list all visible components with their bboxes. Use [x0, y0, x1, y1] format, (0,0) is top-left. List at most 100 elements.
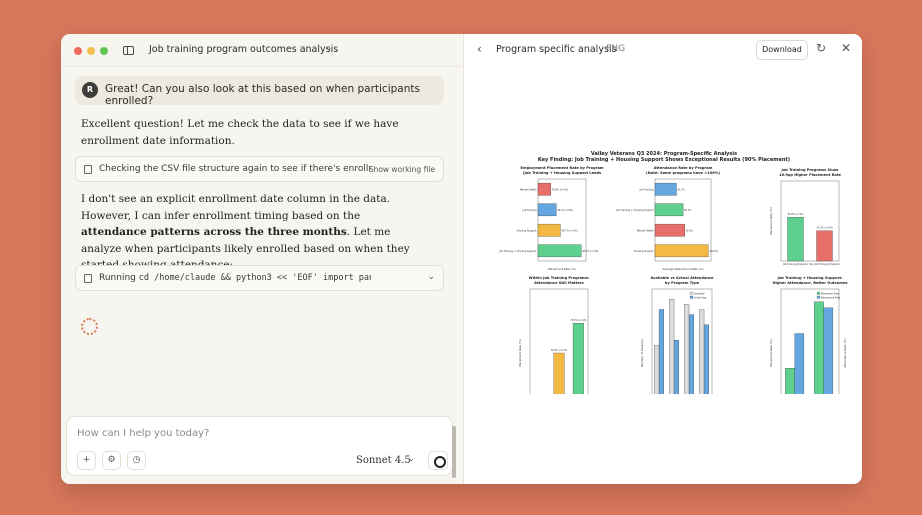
- panel-available-bar: [688, 314, 695, 394]
- panel-combined-bar: [814, 301, 824, 394]
- composer-placeholder[interactable]: How can I help you today?: [77, 428, 209, 439]
- artifact-panel: ‹ Program specific analysis PNG Download…: [463, 34, 862, 484]
- panel-within-data-label: 50.0% (n=12): [551, 349, 567, 352]
- panel-attendance-bar: [654, 203, 684, 217]
- tool-call-command: Running cd /home/claude && python3 << 'E…: [99, 273, 371, 283]
- refresh-icon[interactable]: ↻: [816, 41, 826, 55]
- panel-combined-bar: [823, 307, 834, 394]
- panel-combined-bar: [794, 333, 805, 394]
- panel-jobtraining-data-label: 54.8% (n=31): [787, 213, 803, 216]
- panel-placement-data-label: 90.0% (n=20): [582, 250, 598, 253]
- tool-call-check-csv[interactable]: Checking the CSV file structure again to…: [75, 156, 444, 182]
- running-prefix: Running: [99, 273, 139, 283]
- chart-figure: Valley Veterans Q3 2024: Program-Specifi…: [472, 144, 856, 394]
- panel-placement-category-label: Job Training + Housing Support: [498, 250, 536, 253]
- add-attachment-button[interactable]: +: [77, 451, 96, 470]
- panel-combined-bar: [785, 368, 795, 394]
- panel-placement-data-label: 46.7% (n=15): [561, 229, 577, 232]
- artifact-type: PNG: [606, 44, 626, 54]
- panel-placement-bar: [537, 223, 561, 237]
- maximize-window-dot[interactable]: [100, 47, 108, 55]
- sidebar-toggle-icon[interactable]: [123, 46, 134, 55]
- conversation-title[interactable]: Job training program outcomes analysis: [149, 44, 338, 55]
- panel-placement-xlabel: Placement Rate (%): [548, 267, 576, 271]
- panel-placement-data-label: 26.8% (n=16): [552, 188, 568, 191]
- panel-available-title: by Program Type: [665, 281, 700, 285]
- panel-jobtraining-bar: [787, 217, 804, 262]
- panel-available-title: Available vs Actual Attendance: [651, 276, 715, 280]
- close-icon[interactable]: ✕: [841, 41, 851, 55]
- tools-settings-button[interactable]: ⚙: [102, 451, 121, 470]
- panel-attendance-data-label: 90.6%: [686, 229, 694, 232]
- panel-jobtraining-bar: [816, 230, 833, 262]
- panel-jobtraining-category-label: Job Training Programs: [782, 263, 809, 266]
- divider: [61, 66, 462, 67]
- model-selector[interactable]: Sonnet 4.5: [356, 455, 411, 466]
- panel-placement-title: (Job Training + Housing Support Leads: [523, 171, 601, 175]
- panel-combined-legend-swatch: [816, 295, 821, 299]
- history-button[interactable]: ◷: [127, 451, 146, 470]
- panel-jobtraining-title: Job Training Programs Show: [780, 168, 839, 172]
- user-message-bubble: R Great! Can you also look at this based…: [75, 76, 444, 107]
- panel-combined-legend-swatch: [816, 291, 821, 295]
- panel-attendance-data-label: 85.3%: [684, 209, 692, 212]
- chevron-down-icon[interactable]: ⌄: [408, 454, 415, 463]
- panel-attendance-category-label: Job Training + Housing Support: [615, 209, 653, 212]
- panel-placement-category-label: Housing Support: [517, 229, 537, 232]
- panel-within-bar: [553, 352, 565, 394]
- panel-placement-bar: [537, 182, 552, 196]
- panel-jobtraining-title: 16.9pp Higher Placement Rate: [779, 173, 842, 177]
- chevron-down-icon[interactable]: ⌄: [325, 43, 333, 53]
- chevron-down-icon[interactable]: ⌄: [427, 272, 435, 282]
- artifact-title: Program specific analysis: [496, 44, 617, 55]
- panel-available-legend-swatch: [689, 295, 694, 299]
- panel-available-legend-label: Available: [694, 292, 705, 295]
- minimize-window-dot[interactable]: [87, 47, 95, 55]
- panel-jobtraining-ylabel: Placement Rate (%): [769, 207, 773, 235]
- avatar: R: [82, 82, 98, 98]
- panel-within-title: Within Job Training Programs:: [529, 276, 590, 280]
- panel-jobtraining-data-label: 37.9% (n=29): [816, 227, 832, 230]
- panel-available-ylabel: Number of Sessions: [640, 339, 644, 367]
- message-composer[interactable]: How can I help you today? + ⚙ ◷ Sonnet 4…: [66, 416, 453, 476]
- panel-available-bar: [684, 304, 690, 394]
- panel-combined-legend-label: Attendance Rate: [821, 296, 841, 299]
- panel-available-legend-label: Actual Avg: [694, 296, 707, 299]
- panel-jobtraining-category-label: Non-Job Training Programs: [809, 263, 840, 266]
- panel-placement-title: Employment Placement Rate by Program: [520, 166, 604, 170]
- back-arrow-icon[interactable]: ‹: [477, 42, 482, 56]
- chat-panel: Job training program outcomes analysis ⌄…: [61, 34, 462, 484]
- panel-attendance-data-label: 65.2%: [677, 188, 685, 191]
- panel-available-bar: [703, 324, 710, 394]
- terminal-icon: [84, 274, 92, 283]
- panel-within-title: Attendance Still Matters: [534, 281, 584, 285]
- paragraph-2-text-a: I don't see an explicit enrollment date …: [81, 193, 391, 222]
- chart-svg: Employment Placement Rate by Program(Job…: [498, 166, 848, 394]
- voice-mode-button[interactable]: [428, 451, 448, 470]
- panel-within-ylabel: Placement Rate (%): [518, 339, 522, 367]
- tool-call-running-command[interactable]: Running cd /home/claude && python3 << 'E…: [75, 265, 444, 291]
- panel-placement-bar: [537, 244, 582, 258]
- assistant-paragraph-1: Excellent question! Let me check the dat…: [81, 118, 399, 147]
- panel-placement-data-label: 38.1% (n=21): [557, 209, 573, 212]
- panel-placement-category-label: Job Training: [522, 209, 537, 212]
- panel-attendance-category-label: Job Training: [639, 188, 654, 191]
- panel-available-bar: [654, 345, 660, 394]
- panel-placement-bar: [537, 203, 557, 217]
- panel-available-legend-swatch: [689, 291, 694, 295]
- close-window-dot[interactable]: [74, 47, 82, 55]
- loading-spinner-icon: [81, 318, 98, 335]
- panel-available-bar: [673, 340, 680, 394]
- app-window: Job training program outcomes analysis ⌄…: [61, 34, 862, 484]
- assistant-paragraph-2: I don't see an explicit enrollment date …: [81, 191, 421, 274]
- panel-placement-category-label: Mental Health: [520, 188, 537, 191]
- paragraph-2-bold: attendance patterns across the three mon…: [81, 226, 347, 238]
- show-working-file-button[interactable]: Show working file: [369, 165, 435, 174]
- command-code: cd /home/claude && python3 << 'EOF' impo…: [138, 273, 371, 283]
- panel-combined-y2label: Attendance Rate (%): [843, 338, 847, 367]
- panel-combined-title: Higher Attendance, Better Outcomes: [772, 281, 847, 285]
- download-button[interactable]: Download: [756, 40, 808, 60]
- scrollbar[interactable]: [452, 426, 456, 478]
- panel-attendance-title: (Note: Some programs have >100%): [646, 171, 720, 175]
- panel-within-bar: [572, 323, 584, 394]
